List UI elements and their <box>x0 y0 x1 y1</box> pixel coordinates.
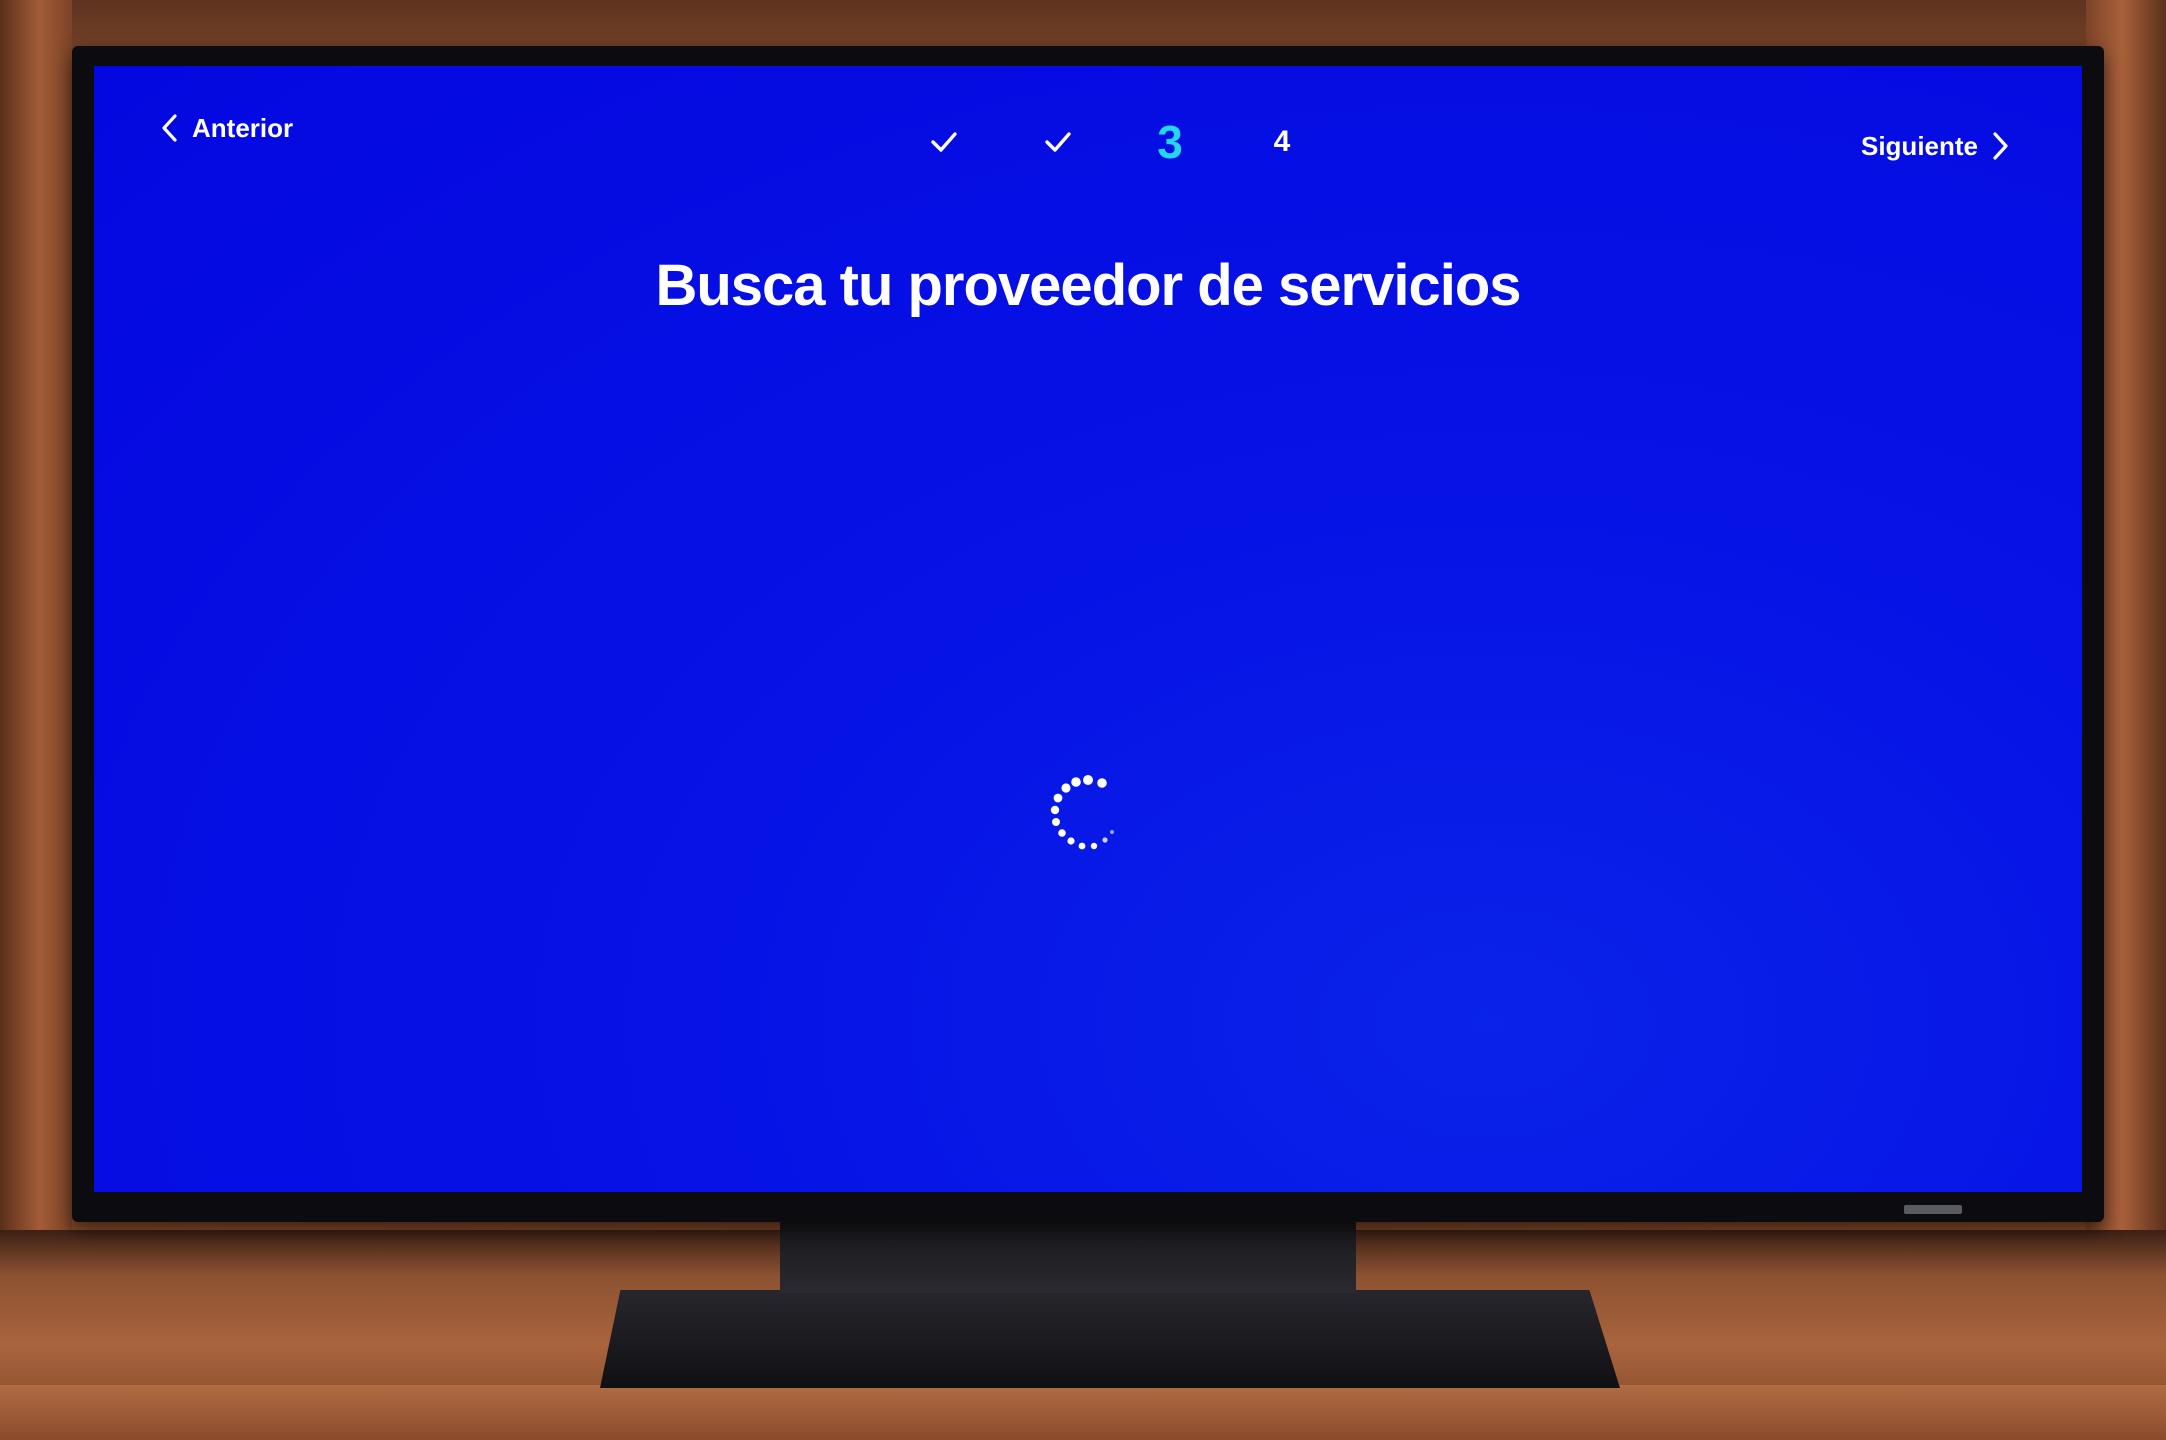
chevron-right-icon <box>1993 132 2008 160</box>
tv-stand-neck <box>780 1215 1356 1293</box>
step-2-done <box>1028 102 1088 182</box>
tv-screen: Anterior 3 4 Siguiente Busca tu proveedo… <box>94 66 2082 1192</box>
page-title: Busca tu proveedor de servicios <box>655 253 1521 318</box>
tv-stand-base <box>600 1290 1620 1388</box>
check-icon <box>1045 132 1071 152</box>
previous-button-label: Anterior <box>192 112 294 143</box>
next-button-label: Siguiente <box>1860 130 1978 161</box>
cabinet-left-panel <box>0 0 72 1440</box>
loading-spinner-icon <box>1050 775 1114 850</box>
next-button[interactable]: Siguiente <box>1861 122 2010 170</box>
previous-button[interactable]: Anterior <box>160 104 293 152</box>
check-icon <box>931 132 957 152</box>
step-3-active: 3 <box>1157 116 1183 168</box>
chevron-left-icon <box>162 114 177 142</box>
setup-step-indicator: 3 4 <box>914 102 1364 182</box>
tv-brand-logo <box>1904 1205 1962 1214</box>
shelf-edge <box>0 1385 2166 1440</box>
step-4-pending: 4 <box>1273 125 1291 158</box>
step-1-done <box>914 102 974 182</box>
